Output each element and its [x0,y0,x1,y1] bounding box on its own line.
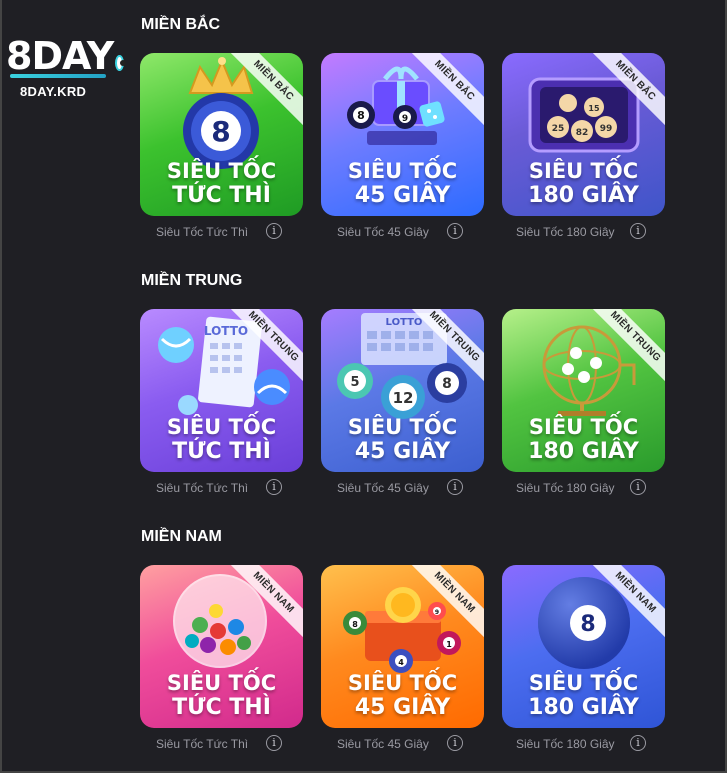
card-title-line1: SIÊU TỐC [347,159,458,183]
ball-number: 82 [576,128,589,138]
card-caption: Siêu Tốc 180 Giây [516,225,615,239]
card-title-line1: SIÊU TỐC [528,671,639,695]
card-title-line1: SIÊU TỐC [347,415,458,439]
info-icon[interactable]: i [266,223,282,239]
card-title-line2: 180 GIÂY [528,183,639,208]
card-title-line1: SIÊU TỐC [347,671,458,695]
ball-number: 9 [402,114,408,124]
ball-number: 1 [446,640,452,649]
info-icon[interactable]: i [630,223,646,239]
card-caption: Siêu Tốc 45 Giây [337,481,429,495]
game-card-mien-nam-tuc-thi[interactable]: MIỀN NAM SIÊU TỐC TỨC THÌ [140,565,303,728]
game-card-mien-trung-tuc-thi[interactable]: LOTTO MIỀN TRUNG SIÊU TỐC TỨC THÌ [140,309,303,472]
ball-number: 15 [588,104,600,113]
section-title-mien-nam: MIỀN NAM [141,528,222,545]
section-title-mien-trung: MIỀN TRUNG [141,272,243,289]
game-card-mien-bac-180-giay[interactable]: 25 82 99 15 MIỀN BẮC SIÊU TỐC 180 GIÂY [502,53,665,216]
ball-number: 8 [211,115,230,148]
brand-logo[interactable]: 8DAY 8DAY.KRD [6,34,126,99]
ball-number: 25 [552,124,565,134]
game-card-mien-trung-45-giay[interactable]: LOTTO 5 12 8 MIỀN TRUNG SIÊU TỐC 45 GIÂY [321,309,484,472]
card-caption: Siêu Tốc 45 Giây [337,737,429,751]
ball-number: 8 [580,612,595,637]
ball-number: 9 [435,609,439,616]
game-card-mien-nam-180-giay[interactable]: 8 MIỀN NAM SIÊU TỐC 180 GIÂY [502,565,665,728]
card-caption: Siêu Tốc Tức Thì [156,481,249,495]
card-title-line1: SIÊU TỐC [166,159,277,183]
card-title-line1: SIÊU TỐC [166,415,277,439]
info-icon[interactable]: i [266,479,282,495]
card-title-line1: SIÊU TỐC [166,671,277,695]
card-title-line2: 45 GIÂY [354,695,451,720]
card-title-line2: 180 GIÂY [528,695,639,720]
section-title-mien-bac: MIỀN BẮC [141,16,221,33]
card-title-line2: TỨC THÌ [172,695,271,720]
game-card-mien-bac-tuc-thi[interactable]: 8 MIỀN BẮC SIÊU TỐC TỨC THÌ [140,53,303,216]
game-card-mien-trung-180-giay[interactable]: MIỀN TRUNG SIÊU TỐC 180 GIÂY [502,309,665,472]
card-title-line2: 180 GIÂY [528,439,639,464]
card-caption: Siêu Tốc 45 Giây [337,225,429,239]
logo-domain: 8DAY.KRD [20,84,87,99]
ball-number: 5 [350,375,359,390]
card-title-line2: TỨC THÌ [172,183,271,208]
card-title-line1: SIÊU TỐC [528,415,639,439]
info-icon[interactable]: i [447,479,463,495]
card-title-line2: TỨC THÌ [172,439,271,464]
logo-text: 8DAY [6,34,114,78]
ball-number: 8 [352,620,358,629]
card-caption: Siêu Tốc 180 Giây [516,481,615,495]
card-title-line1: SIÊU TỐC [528,159,639,183]
card-title-line2: 45 GIÂY [354,439,451,464]
banner-text: LOTTO [204,324,248,338]
card-caption: Siêu Tốc Tức Thì [156,737,249,751]
info-icon[interactable]: i [447,223,463,239]
game-card-mien-nam-45-giay[interactable]: 8 4 1 9 MIỀN NAM SIÊU TỐC 45 GIÂY [321,565,484,728]
ball-number: 4 [398,658,404,667]
ball-number: 8 [357,109,365,122]
info-icon[interactable]: i [447,735,463,751]
ball-number: 8 [442,376,452,392]
card-caption: Siêu Tốc 180 Giây [516,737,615,751]
game-card-mien-bac-45-giay[interactable]: 8 9 MIỀN BẮC SIÊU TỐC 45 GIÂY [321,53,484,216]
card-caption: Siêu Tốc Tức Thì [156,225,249,239]
card-title-line2: 45 GIÂY [354,183,451,208]
soccer-ball-icon [115,55,126,71]
ball-number: 12 [393,389,414,407]
ball-number: 99 [600,124,613,134]
banner-text: LOTTO [386,317,423,328]
logo-wordmark: 8DAY [6,34,126,78]
info-icon[interactable]: i [630,479,646,495]
info-icon[interactable]: i [630,735,646,751]
info-icon[interactable]: i [266,735,282,751]
